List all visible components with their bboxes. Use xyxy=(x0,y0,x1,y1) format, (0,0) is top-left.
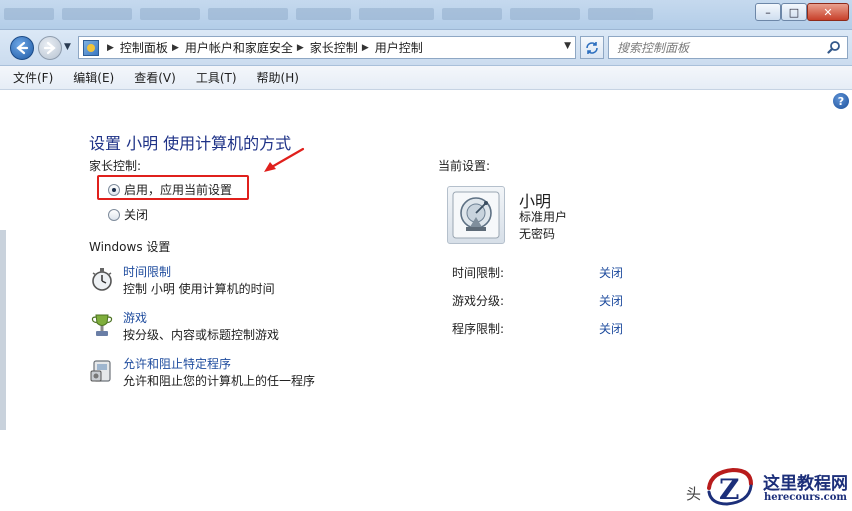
trophy-icon xyxy=(91,314,113,336)
breadcrumb-user-accounts[interactable]: 用户帐户和家庭安全 xyxy=(185,39,293,56)
arrow-left-icon xyxy=(16,41,29,55)
current-settings-label: 当前设置: xyxy=(438,159,491,173)
address-toolbar: ▼ ▶ 控制面板 ▶ 用户帐户和家庭安全 ▶ 家长控制 ▶ 用户控制 ▼ xyxy=(0,30,852,66)
search-icon[interactable] xyxy=(827,40,841,54)
content-pane xyxy=(0,91,852,511)
search-box[interactable] xyxy=(608,36,848,59)
help-icon[interactable]: ? xyxy=(833,93,849,109)
satellite-dish-icon xyxy=(452,191,500,239)
status-key: 时间限制: xyxy=(452,266,505,280)
menu-edit[interactable]: 编辑(E) xyxy=(70,67,117,88)
menu-view[interactable]: 查看(V) xyxy=(131,67,179,88)
breadcrumb-user-controls[interactable]: 用户控制 xyxy=(375,39,423,56)
avatar xyxy=(447,186,505,244)
ghost-tab xyxy=(296,8,351,20)
arrow-right-icon xyxy=(43,41,56,55)
option-off-label[interactable]: 关闭 xyxy=(124,206,148,223)
breadcrumb-separator-icon[interactable]: ▶ xyxy=(297,43,304,53)
radio-off[interactable] xyxy=(108,208,120,221)
watermark-side-char: 头 xyxy=(686,485,702,503)
watermark-title: 这里教程网 xyxy=(763,474,848,494)
menu-tools[interactable]: 工具(T) xyxy=(193,67,240,88)
search-input[interactable] xyxy=(617,37,817,58)
blurred-taskbar-strip xyxy=(0,0,752,30)
games-desc: 按分级、内容或标题控制游戏 xyxy=(123,328,280,342)
user-type: 标准用户 xyxy=(519,210,568,224)
ghost-tab xyxy=(208,8,288,20)
ghost-tab xyxy=(510,8,580,20)
back-button[interactable] xyxy=(10,36,34,60)
status-value-link[interactable]: 关闭 xyxy=(599,264,623,281)
menu-bar: 文件(F) 编辑(E) 查看(V) 工具(T) 帮助(H) xyxy=(0,66,852,90)
breadcrumb-control-panel[interactable]: 控制面板 xyxy=(120,39,168,56)
minimize-button[interactable]: – xyxy=(755,3,781,21)
ghost-tab xyxy=(140,8,200,20)
control-panel-icon xyxy=(83,39,99,56)
program-icon xyxy=(90,360,111,382)
breadcrumb-separator-icon[interactable]: ▶ xyxy=(362,43,369,53)
refresh-button[interactable] xyxy=(580,36,604,59)
stopwatch-icon xyxy=(92,268,112,291)
games-link[interactable]: 游戏 xyxy=(123,310,279,327)
parental-controls-label: 家长控制: xyxy=(89,159,142,173)
watermark-logo-icon: Z xyxy=(707,467,753,506)
chevron-down-icon[interactable]: ▼ xyxy=(564,41,571,51)
time-limits-desc: 控制 小明 使用计算机的时间 xyxy=(123,282,275,296)
annotation-highlight-box xyxy=(97,175,249,200)
ghost-tab xyxy=(442,8,502,20)
breadcrumb-separator-icon[interactable]: ▶ xyxy=(107,43,114,53)
breadcrumb-parental-controls[interactable]: 家长控制 xyxy=(310,39,358,56)
refresh-icon xyxy=(586,41,598,54)
option-off[interactable]: 关闭 xyxy=(108,206,148,223)
window-title-bar: – □ ✕ xyxy=(0,0,852,30)
setting-programs: 允许和阻止特定程序 允许和阻止您的计算机上的任一程序 xyxy=(89,356,315,390)
ghost-tab xyxy=(588,8,653,20)
status-key: 游戏分级: xyxy=(452,294,505,308)
watermark-logo-letter: Z xyxy=(719,473,739,506)
status-value-link[interactable]: 关闭 xyxy=(599,320,623,337)
time-limits-link[interactable]: 时间限制 xyxy=(123,264,275,281)
breadcrumb-separator-icon[interactable]: ▶ xyxy=(172,43,179,53)
programs-desc: 允许和阻止您的计算机上的任一程序 xyxy=(123,374,316,388)
annotation-arrow-icon xyxy=(264,147,305,172)
status-key: 程序限制: xyxy=(452,322,505,336)
watermark-url: herecours.com xyxy=(764,492,848,503)
status-value-link[interactable]: 关闭 xyxy=(599,292,623,309)
forward-button[interactable] xyxy=(38,36,62,60)
ghost-tab xyxy=(359,8,434,20)
setting-time-limits: 时间限制 控制 小明 使用计算机的时间 xyxy=(89,264,275,298)
ghost-tab xyxy=(62,8,132,20)
menu-help[interactable]: 帮助(H) xyxy=(254,67,302,88)
menu-file[interactable]: 文件(F) xyxy=(10,67,56,88)
user-password-status: 无密码 xyxy=(519,227,556,241)
address-bar[interactable]: ▶ 控制面板 ▶ 用户帐户和家庭安全 ▶ 家长控制 ▶ 用户控制 ▼ xyxy=(78,36,576,59)
programs-link[interactable]: 允许和阻止特定程序 xyxy=(123,356,315,373)
setting-games: 游戏 按分级、内容或标题控制游戏 xyxy=(89,310,279,344)
windows-settings-heading: Windows 设置 xyxy=(89,240,171,254)
history-dropdown-icon[interactable]: ▼ xyxy=(64,42,71,52)
ghost-tab xyxy=(4,8,54,20)
close-button[interactable]: ✕ xyxy=(807,3,849,21)
maximize-button[interactable]: □ xyxy=(781,3,807,21)
left-edge-strip xyxy=(0,230,6,430)
